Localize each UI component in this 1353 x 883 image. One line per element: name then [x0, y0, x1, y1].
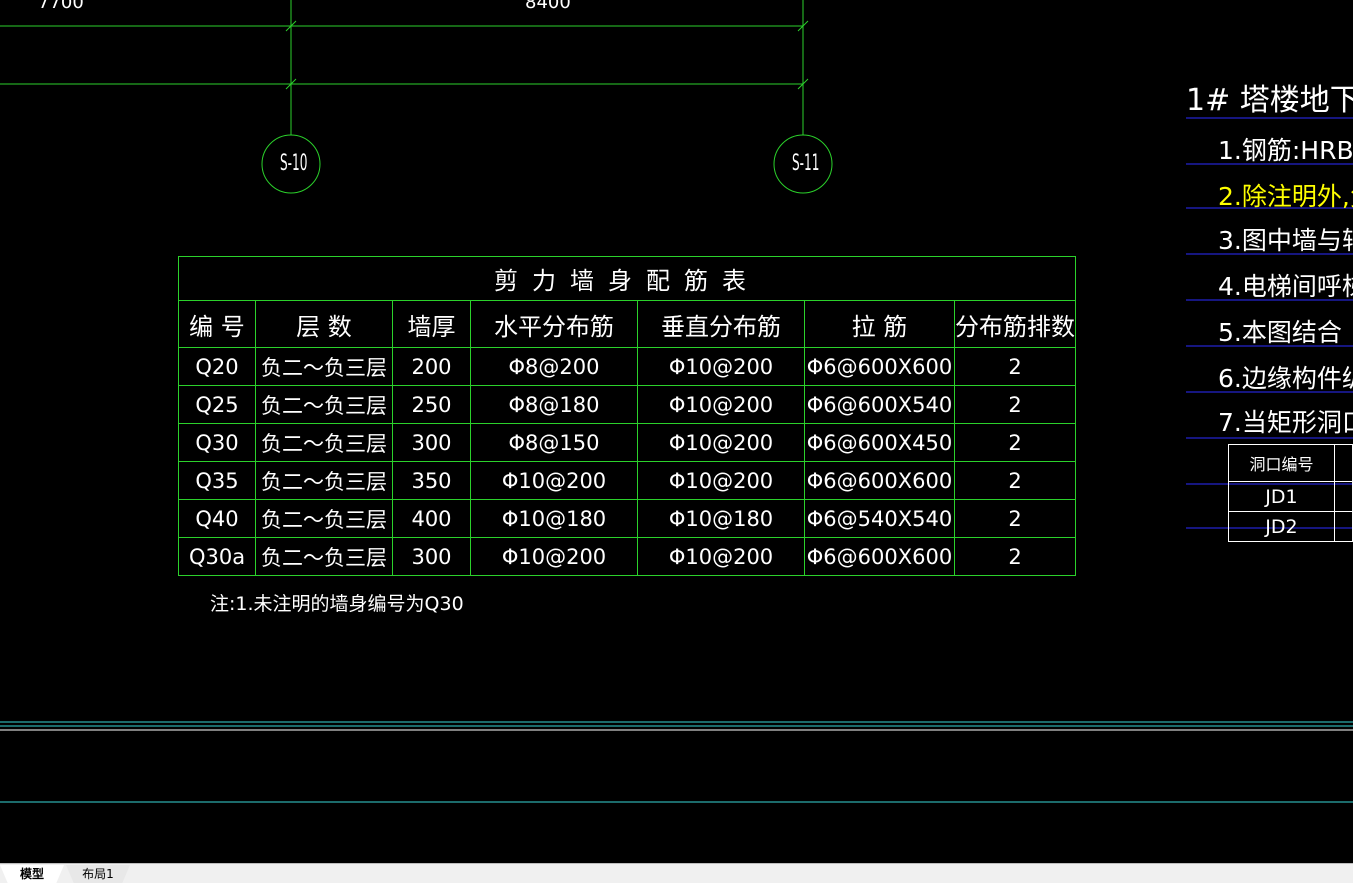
table-cell: 负二～负三层 [255, 385, 393, 424]
table-cell: Φ10@180 [470, 499, 638, 538]
header-cell: 编 号 [178, 300, 256, 348]
note-item-1: 1.钢筋:HRB40 [1218, 136, 1353, 165]
table-row: Q35 负二～负三层 350 Φ10@200 Φ10@200 Φ6@600X60… [178, 461, 1076, 500]
table-cell: 250 [392, 385, 471, 424]
header-cell: 层 数 [255, 300, 393, 348]
table-row: Q30 负二～负三层 300 Φ8@150 Φ10@200 Φ6@600X450… [178, 423, 1076, 462]
table-cell: 2 [954, 347, 1076, 386]
table-cell: 2 [954, 385, 1076, 424]
layout-tab-bar: 模型 布局1 [0, 863, 1353, 883]
note-item-7: 7.当矩形洞口洞宽 [1218, 408, 1353, 437]
header-cell: 拉 筋 [804, 300, 955, 348]
table-cell: Φ6@600X600 [804, 461, 955, 500]
notes-title: 1# 塔楼地下室墙 [1186, 83, 1353, 118]
table-cell: Φ6@600X540 [804, 385, 955, 424]
note-item-4: 4.电梯间呼梯盒留 [1218, 272, 1353, 301]
hole-table-cell: JD2 [1228, 511, 1335, 542]
table-title: 剪力墙身配筋表 [178, 256, 1076, 301]
table-cell: Q25 [178, 385, 256, 424]
header-cell: 墙厚 [392, 300, 471, 348]
header-cell: 分布筋排数 [954, 300, 1076, 348]
table-cell: Q30 [178, 423, 256, 462]
table-note: 注:1.未注明的墙身编号为Q30 [210, 593, 464, 615]
table-cell: Φ8@200 [470, 347, 638, 386]
table-cell: 负二～负三层 [255, 461, 393, 500]
table-cell: 400 [392, 499, 471, 538]
table-cell: Φ10@200 [470, 461, 638, 500]
dimension-text-left: 7700 [38, 0, 84, 13]
table-cell: Φ10@200 [637, 461, 805, 500]
note-item-2: 2.除注明外,负一 [1218, 182, 1353, 211]
note-item-3: 3.图中墙与轴线之 [1218, 226, 1353, 255]
table-cell: Q35 [178, 461, 256, 500]
table-cell: Q40 [178, 499, 256, 538]
shear-wall-rebar-table: 剪力墙身配筋表 编 号 层 数 墙厚 水平分布筋 垂直分布筋 拉 筋 分布筋排数… [178, 256, 1076, 576]
table-cell: Φ10@200 [637, 423, 805, 462]
table-cell: Φ6@540X540 [804, 499, 955, 538]
table-cell: 300 [392, 423, 471, 462]
table-cell: Φ6@600X600 [804, 347, 955, 386]
table-row: Q30a 负二～负三层 300 Φ10@200 Φ10@200 Φ6@600X6… [178, 537, 1076, 576]
header-cell: 水平分布筋 [470, 300, 638, 348]
table-cell: Φ10@200 [637, 537, 805, 576]
table-cell: 负二～负三层 [255, 499, 393, 538]
hole-table-cell-extra [1333, 511, 1353, 542]
table-cell: Φ8@180 [470, 385, 638, 424]
table-cell: Q30a [178, 537, 256, 576]
note-item-6: 6.边缘构件纵筋搭 [1218, 364, 1353, 393]
axis-label-s10: S-10 [280, 151, 308, 176]
hole-table-cell-extra [1333, 481, 1353, 512]
table-cell: 负二～负三层 [255, 537, 393, 576]
table-cell: 2 [954, 461, 1076, 500]
table-row: Q25 负二～负三层 250 Φ8@180 Φ10@200 Φ6@600X540… [178, 385, 1076, 424]
table-row: Q20 负二～负三层 200 Φ8@200 Φ10@200 Φ6@600X600… [178, 347, 1076, 386]
table-cell: 负二～负三层 [255, 423, 393, 462]
table-header-row: 编 号 层 数 墙厚 水平分布筋 垂直分布筋 拉 筋 分布筋排数 [178, 300, 1076, 348]
table-row: Q40 负二～负三层 400 Φ10@180 Φ10@180 Φ6@540X54… [178, 499, 1076, 538]
table-cell: Φ6@600X600 [804, 537, 955, 576]
header-cell: 垂直分布筋 [637, 300, 805, 348]
table-cell: 2 [954, 537, 1076, 576]
table-cell: Φ10@200 [470, 537, 638, 576]
dimension-text-right: 8400 [525, 0, 571, 13]
axis-label-s11: S-11 [792, 151, 820, 176]
hole-table-header: 洞口编号 [1228, 444, 1335, 482]
table-cell: Φ8@150 [470, 423, 638, 462]
table-cell: Φ6@600X450 [804, 423, 955, 462]
table-cell: Φ10@180 [637, 499, 805, 538]
table-cell: 200 [392, 347, 471, 386]
table-cell: 负二～负三层 [255, 347, 393, 386]
table-cell: 350 [392, 461, 471, 500]
model-space-canvas[interactable]: 7700 8400 S-10 S-11 剪力墙身配筋表 编 号 层 数 墙厚 水… [0, 0, 1353, 863]
table-cell: Φ10@200 [637, 347, 805, 386]
table-cell: Φ10@200 [637, 385, 805, 424]
tab-model[interactable]: 模型 [0, 865, 64, 883]
table-cell: 300 [392, 537, 471, 576]
hole-table-header-extra [1333, 444, 1353, 482]
note-item-5: 5.本图结合《混凝 [1218, 318, 1353, 347]
table-cell: 2 [954, 423, 1076, 462]
table-cell: 2 [954, 499, 1076, 538]
tab-layout1[interactable]: 布局1 [66, 865, 130, 883]
hole-table-cell: JD1 [1228, 481, 1335, 512]
table-cell: Q20 [178, 347, 256, 386]
hole-table: 洞口编号 JD1 JD2 [1228, 444, 1353, 542]
